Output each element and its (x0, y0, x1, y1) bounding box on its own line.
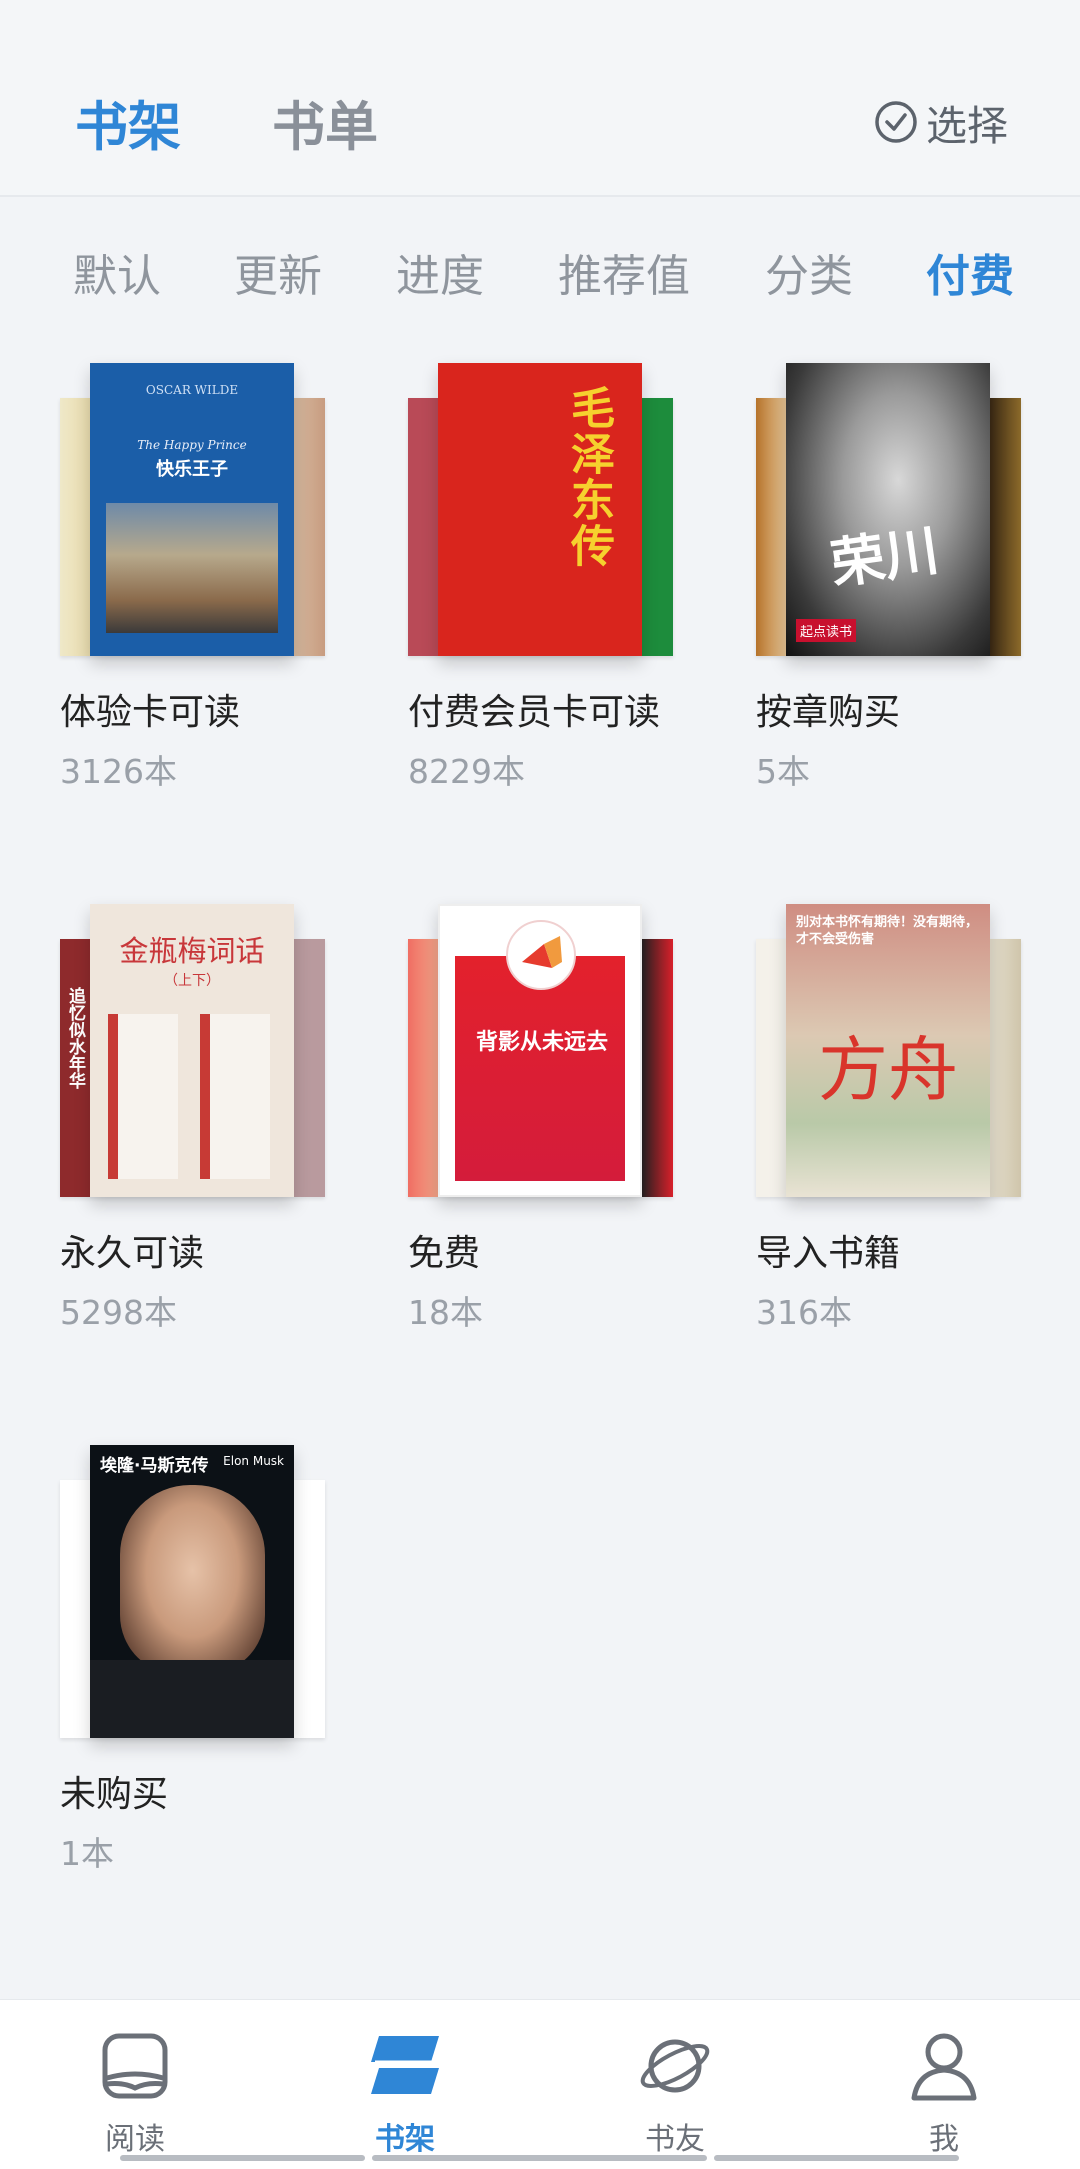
group-paid-member[interactable]: 毛泽东传 付费会员卡可读 8229本 (408, 363, 678, 833)
cover-stack: 荣川 起点读书 (756, 363, 1021, 658)
tab-bookshelf[interactable]: 书架 (75, 85, 181, 161)
cover-book-right (200, 1014, 270, 1179)
nav-label: 书友 (645, 2122, 705, 2157)
group-count: 5本 (756, 752, 810, 791)
group-title: 体验卡可读 (60, 692, 241, 733)
header: 书架 书单 选择 (0, 0, 1080, 195)
person-icon (911, 2033, 977, 2101)
nav-friends[interactable]: 书友 (605, 2030, 745, 2158)
check-circle-icon (875, 101, 917, 143)
group-title: 永久可读 (60, 1233, 205, 1274)
cover-stack: 追忆似水年华 金瓶梅词话 （上下） (60, 904, 325, 1199)
cover-title: 快乐王子 (156, 459, 228, 480)
back-cover-title: 追忆似水年华 (65, 987, 85, 1089)
sort-recommend[interactable]: 推荐值 (558, 240, 690, 304)
tab-booklist[interactable]: 书单 (272, 85, 378, 161)
group-count: 5298本 (60, 1293, 177, 1332)
cover-author: OSCAR WILDE (145, 383, 239, 397)
cover-subtitle: The Happy Prince (137, 438, 247, 452)
home-indicator (714, 2155, 959, 2161)
sort-default[interactable]: 默认 (73, 240, 161, 304)
front-cover: 背影从未远去 (438, 904, 642, 1197)
sort-category[interactable]: 分类 (765, 240, 853, 304)
cover-title: 埃隆·马斯克传 (100, 1456, 209, 1476)
cover-illustration (106, 503, 278, 633)
front-cover: 毛泽东传 (438, 363, 642, 656)
cover-title: 背影从未远去 (475, 1030, 608, 1055)
cover-book-left (108, 1014, 178, 1179)
group-count: 316本 (756, 1293, 852, 1332)
megaphone-icon (506, 920, 576, 990)
cover-stack: 埃隆·马斯克传 Elon Musk (60, 1445, 325, 1740)
cover-tagline: 别对本书怀有期待！没有期待，才不会受伤害 (796, 915, 979, 947)
bottom-nav: 阅读 书架 书友 我 (0, 1999, 1080, 2169)
group-title: 免费 (408, 1233, 481, 1274)
cover-shirt (90, 1660, 294, 1738)
select-button[interactable]: 选择 (874, 92, 1008, 152)
front-cover: 荣川 起点读书 (786, 363, 990, 656)
group-title: 未购买 (60, 1774, 169, 1815)
cover-title: 毛泽东传 (563, 385, 614, 569)
front-cover: OSCAR WILDE The Happy Prince 快乐王子 (90, 363, 294, 656)
nav-me[interactable]: 我 (874, 2030, 1014, 2158)
cover-title: 金瓶梅词话 (119, 934, 265, 968)
group-per-chapter[interactable]: 荣川 起点读书 按章购买 5本 (756, 363, 1026, 833)
home-indicator (120, 2155, 365, 2161)
group-title: 导入书籍 (756, 1233, 901, 1274)
cover-stack: 背影从未远去 (408, 904, 673, 1199)
sort-paid[interactable]: 付费 (926, 240, 1014, 304)
bookshelf-icon (371, 2036, 439, 2094)
nav-read[interactable]: 阅读 (65, 2030, 205, 2158)
select-label: 选择 (926, 102, 1008, 150)
nav-label: 书架 (375, 2122, 435, 2157)
group-count: 1本 (60, 1834, 114, 1873)
cover-title: 方舟 (818, 1029, 958, 1111)
group-permanent[interactable]: 追忆似水年华 金瓶梅词话 （上下） 永久可读 5298本 (60, 904, 330, 1374)
group-free[interactable]: 背影从未远去 免费 18本 (408, 904, 678, 1374)
nav-label: 我 (929, 2122, 959, 2157)
sort-bar: 默认 更新 进度 推荐值 分类 付费 (0, 240, 1080, 302)
group-trial-card[interactable]: OSCAR WILDE The Happy Prince 快乐王子 体验卡可读 … (60, 363, 330, 833)
header-divider (0, 195, 1080, 197)
group-title: 付费会员卡可读 (408, 692, 661, 733)
group-count: 8229本 (408, 752, 525, 791)
group-count: 18本 (408, 1293, 483, 1332)
front-cover: 埃隆·马斯克传 Elon Musk (90, 1445, 294, 1738)
cover-portrait (120, 1485, 265, 1675)
cover-stack: 别对本书怀有期待！没有期待，才不会受伤害 方舟 (756, 904, 1021, 1199)
cover-stack: OSCAR WILDE The Happy Prince 快乐王子 (60, 363, 325, 658)
sort-update[interactable]: 更新 (234, 240, 322, 304)
nav-bookshelf[interactable]: 书架 (335, 2030, 475, 2158)
cover-title: 荣川 (826, 517, 943, 597)
cover-stack: 毛泽东传 (408, 363, 673, 658)
front-cover: 金瓶梅词话 （上下） (90, 904, 294, 1197)
group-not-purchased[interactable]: 埃隆·马斯克传 Elon Musk 未购买 1本 (60, 1445, 330, 1915)
cover-publisher: 起点读书 (796, 619, 857, 642)
group-imported[interactable]: 别对本书怀有期待！没有期待，才不会受伤害 方舟 导入书籍 316本 (756, 904, 1026, 1374)
planet-icon (640, 2039, 710, 2093)
front-cover: 别对本书怀有期待！没有期待，才不会受伤害 方舟 (786, 904, 990, 1197)
group-title: 按章购买 (756, 692, 901, 733)
book-reader-icon (102, 2033, 168, 2099)
home-indicator (372, 2155, 707, 2161)
group-count: 3126本 (60, 752, 177, 791)
cover-subtitle: Elon Musk (223, 1454, 284, 1468)
sort-progress[interactable]: 进度 (396, 240, 484, 304)
cover-subtitle: （上下） (164, 973, 220, 989)
nav-label: 阅读 (105, 2122, 165, 2157)
